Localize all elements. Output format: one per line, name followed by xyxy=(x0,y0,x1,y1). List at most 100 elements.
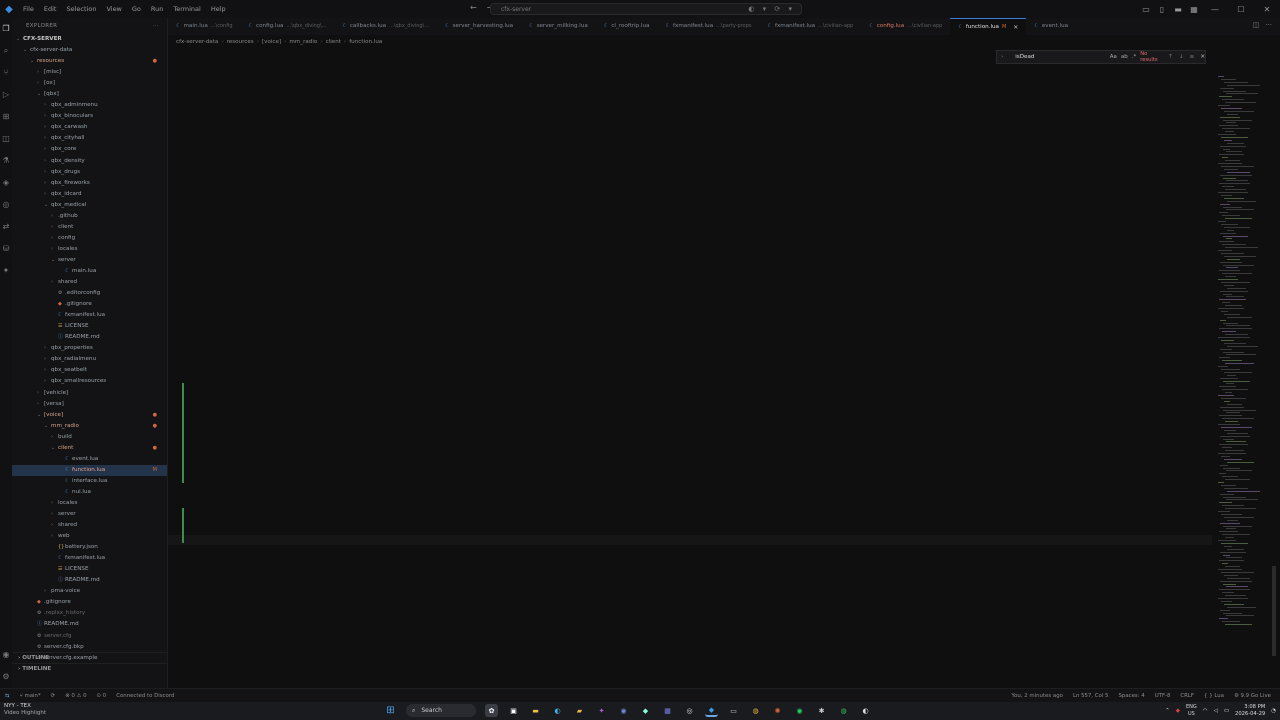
settings-icon[interactable]: ✱ xyxy=(815,704,828,717)
menu-go[interactable]: Go xyxy=(127,5,146,13)
editor-tab[interactable]: ☾ config.lua ...\civilian-app xyxy=(861,18,950,35)
discord-icon[interactable]: ◉ xyxy=(617,704,630,717)
whole-word-toggle[interactable]: ab xyxy=(1121,54,1128,60)
wifi-icon[interactable]: ◠ xyxy=(1203,708,1208,714)
folder-item[interactable]: › qbx_carwash xyxy=(12,122,167,133)
status-item[interactable]: Ln 557, Col 5 xyxy=(1068,693,1114,699)
menu-file[interactable]: File xyxy=(18,5,39,13)
minimap[interactable] xyxy=(1212,46,1268,686)
editor-tab[interactable]: ☾ event.lua xyxy=(1026,18,1076,35)
tray-overflow-icon[interactable]: ⌃ xyxy=(1165,708,1170,714)
editor-tab[interactable]: ☾ callbacks.lua ...\qbx_diving\... xyxy=(334,18,437,35)
code-editor[interactable] xyxy=(168,46,1212,686)
editor-tab[interactable]: ☾ main.lua ...\config xyxy=(168,18,241,35)
file-item[interactable]: ☾ main.lua xyxy=(12,266,167,277)
close-find-icon[interactable]: ✕ xyxy=(1200,54,1205,60)
folder-item[interactable]: › build xyxy=(12,432,167,443)
back-arrow-icon[interactable]: ← xyxy=(470,3,477,12)
file-item[interactable]: ☾ nui.lua xyxy=(12,487,167,498)
close-tab-icon[interactable]: ✕ xyxy=(1013,19,1018,36)
widgets-news[interactable]: NYY - TEX Video Highlight xyxy=(4,703,46,717)
file-item[interactable]: ◆ .gitignore xyxy=(12,597,167,608)
spotify-icon[interactable]: ◉ xyxy=(793,704,806,717)
folder-item[interactable]: ⌄ resources ● xyxy=(12,56,167,67)
folder-item[interactable]: › locales xyxy=(12,498,167,509)
editor-tab[interactable]: ☾ function.lua M ✕ xyxy=(950,18,1027,36)
account-icon[interactable]: ◉ xyxy=(3,644,10,666)
folder-item[interactable]: › qbx_radialmenu xyxy=(12,354,167,365)
folder-item[interactable]: ⌄ cfx-server-data xyxy=(12,45,167,56)
file-explorer-icon[interactable]: ▬ xyxy=(529,704,542,717)
editor-tab[interactable]: ☾ server_milking.lua xyxy=(521,18,596,35)
source-control-icon[interactable]: ⑂ xyxy=(4,62,9,84)
folder-icon[interactable]: ▰ xyxy=(573,704,586,717)
run-debug-icon[interactable]: ▷ xyxy=(3,84,9,106)
toggle-replace-icon[interactable]: › xyxy=(1001,54,1003,60)
menu-run[interactable]: Run xyxy=(146,5,168,13)
settings-gear-icon[interactable]: ⚙ xyxy=(2,666,9,688)
match-case-toggle[interactable]: Aa xyxy=(1110,54,1117,60)
command-center[interactable]: cfx-server ◐ ▾ ⟳ ▾ xyxy=(490,3,802,15)
vscode-icon[interactable]: ◆ xyxy=(705,704,718,717)
folder-item[interactable]: › qbx_drugs xyxy=(12,167,167,178)
menu-terminal[interactable]: Terminal xyxy=(168,5,205,13)
language-indicator[interactable]: ENG US xyxy=(1186,704,1197,717)
folder-item[interactable]: › pma-voice xyxy=(12,586,167,597)
scrollbar-thumb[interactable] xyxy=(1272,566,1276,656)
file-item[interactable]: ☾ function.lua M xyxy=(12,464,167,476)
database-icon[interactable]: ⛁ xyxy=(3,238,10,260)
breadcrumb-item[interactable]: mm_radio xyxy=(289,39,317,45)
folder-item[interactable]: › [versa] xyxy=(12,399,167,410)
teams-icon[interactable]: ▦ xyxy=(661,704,674,717)
file-item[interactable]: ⓘ README.md xyxy=(12,575,167,586)
task-view-icon[interactable]: ▣ xyxy=(507,704,520,717)
app-icon[interactable]: ◆ xyxy=(639,704,652,717)
panel-toggle-icon[interactable]: ▬ xyxy=(1170,5,1186,14)
find-input[interactable]: isDead xyxy=(1015,54,1109,60)
split-editor-icon[interactable]: ◫ xyxy=(1253,21,1260,29)
breadcrumb-item[interactable]: function.lua xyxy=(349,39,382,45)
folder-item[interactable]: › web xyxy=(12,531,167,542)
obs-icon[interactable]: ◐ xyxy=(859,704,872,717)
menu-edit[interactable]: Edit xyxy=(39,5,62,13)
file-item[interactable]: ⚙ server.cfg xyxy=(12,631,167,642)
customize-layout-icon[interactable]: ▦ xyxy=(1186,5,1202,14)
copilot-icon[interactable]: ✦ xyxy=(3,260,10,282)
sync-icon[interactable]: ⟳ xyxy=(46,693,61,699)
testing-icon[interactable]: ⚗ xyxy=(2,150,9,172)
sidebar-toggle-icon[interactable]: ▯ xyxy=(1154,5,1170,14)
breadcrumb-item[interactable]: cfx-server-data xyxy=(176,39,218,45)
sublime-icon[interactable]: ✦ xyxy=(595,704,608,717)
folder-item[interactable]: › shared xyxy=(12,277,167,288)
timeline-section[interactable]: › TIMELINE xyxy=(12,663,168,674)
status-item[interactable]: UTF-8 xyxy=(1150,693,1176,699)
more-actions-icon[interactable]: ··· xyxy=(153,18,159,34)
file-item[interactable]: {}battery.json xyxy=(12,542,167,553)
extensions-icon[interactable]: ⊞ xyxy=(3,106,10,128)
terminal-icon[interactable]: ▭ xyxy=(727,704,740,717)
docker-icon[interactable]: ◈ xyxy=(3,172,9,194)
file-item[interactable]: ⓘ README.md xyxy=(12,619,167,630)
previous-match-icon[interactable]: ↑ xyxy=(1168,54,1173,60)
folder-item[interactable]: › config xyxy=(12,233,167,244)
editor-tab[interactable]: ☾ config.lua ...\qbx_diving\... xyxy=(241,18,335,35)
maximize-button[interactable]: ☐ xyxy=(1228,5,1254,14)
regex-toggle[interactable]: .* xyxy=(1132,54,1137,60)
battery-icon[interactable]: ▭ xyxy=(1224,708,1229,714)
close-button[interactable]: ✕ xyxy=(1254,5,1280,14)
file-item[interactable]: ⚙ .editorconfig xyxy=(12,288,167,299)
file-item[interactable]: ◆ .gitignore xyxy=(12,299,167,310)
folder-item[interactable]: ⌄ mm_radio ● xyxy=(12,421,167,432)
ports-indicator[interactable]: ⊙ 0 xyxy=(92,693,112,699)
discord-status[interactable]: Connected to Discord xyxy=(111,693,179,699)
folder-item[interactable]: › [ox] xyxy=(12,78,167,89)
defender-icon[interactable]: ◆ xyxy=(1176,708,1180,714)
live-share-icon[interactable]: ⇄ xyxy=(3,216,10,238)
file-item[interactable]: ☰ LICENSE xyxy=(12,321,167,332)
problems-indicator[interactable]: ⊗ 0 ⚠ 0 xyxy=(60,693,91,699)
folder-item[interactable]: › qbx_properties xyxy=(12,343,167,354)
vertical-scrollbar[interactable] xyxy=(1270,46,1278,686)
folder-item[interactable]: ⌄ server xyxy=(12,255,167,266)
explorer-icon[interactable]: ❐ xyxy=(2,18,9,40)
next-match-icon[interactable]: ↓ xyxy=(1179,54,1184,60)
